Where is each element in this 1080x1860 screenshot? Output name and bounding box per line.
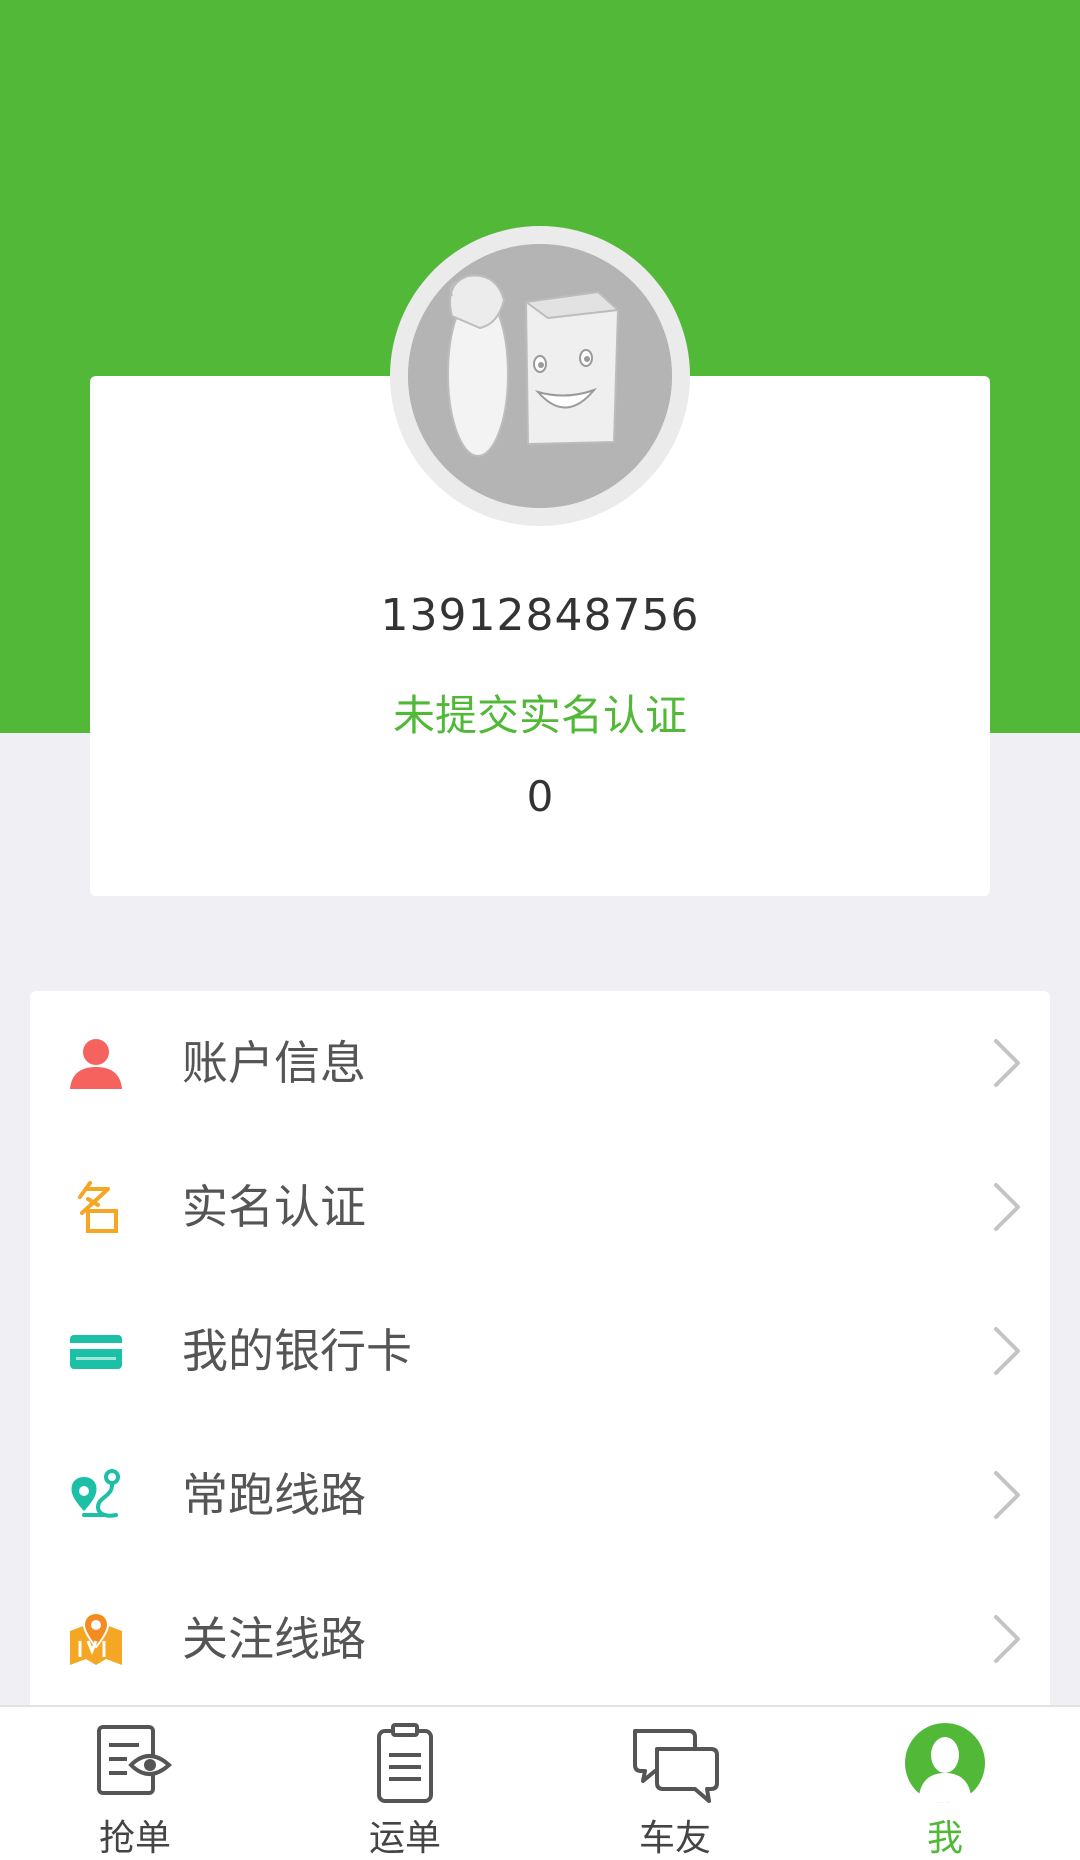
bottom-nav-bar: 抢单 运单 车友 我 [0,1705,1080,1860]
menu-item-label: 我的银行卡 [182,1324,412,1378]
user-avatar-icon [897,1721,993,1805]
default-avatar-icon [408,244,672,508]
profile-screen: 13912848756 未提交实名认证 0 账户信息 实名认证 我的银行卡 常跑… [0,0,1080,1860]
chevron-right-icon [992,1611,1022,1667]
menu-item-label: 实名认证 [182,1180,366,1234]
menu-item-frequent-routes[interactable]: 常跑线路 [30,1423,1050,1567]
tab-waybills[interactable]: 运单 [270,1707,540,1860]
name-icon [68,1179,124,1235]
menu-item-bank-cards[interactable]: 我的银行卡 [30,1279,1050,1423]
tab-driver-friends[interactable]: 车友 [540,1707,810,1860]
tab-me[interactable]: 我 [810,1707,1080,1860]
menu-item-real-name-verification[interactable]: 实名认证 [30,1135,1050,1279]
tab-label: 我 [926,1818,963,1859]
chat-bubbles-icon [627,1721,723,1805]
avatar[interactable] [390,226,690,526]
menu-item-label: 常跑线路 [182,1468,366,1522]
menu-item-label: 关注线路 [182,1612,366,1666]
person-icon [68,1035,124,1091]
grab-order-icon [87,1721,183,1805]
chevron-right-icon [992,1179,1022,1235]
verification-status[interactable]: 未提交实名认证 [90,682,990,743]
menu-list: 账户信息 实名认证 我的银行卡 常跑线路 关注线路 [30,991,1050,1711]
menu-item-label: 账户信息 [182,1036,366,1090]
route-icon [68,1467,124,1523]
tab-label: 车友 [638,1818,711,1859]
bank-card-icon [68,1323,124,1379]
tab-label: 运单 [368,1818,441,1859]
map-pin-icon [68,1611,124,1667]
menu-item-followed-routes[interactable]: 关注线路 [30,1567,1050,1711]
chevron-right-icon [992,1323,1022,1379]
menu-item-account-info[interactable]: 账户信息 [30,991,1050,1135]
balance-value: 0 [526,772,554,821]
chevron-right-icon [992,1035,1022,1091]
phone-number: 13912848756 [380,590,700,641]
tab-label: 抢单 [98,1818,171,1859]
chevron-right-icon [992,1467,1022,1523]
clipboard-icon [357,1721,453,1805]
tab-grab-orders[interactable]: 抢单 [0,1707,270,1860]
